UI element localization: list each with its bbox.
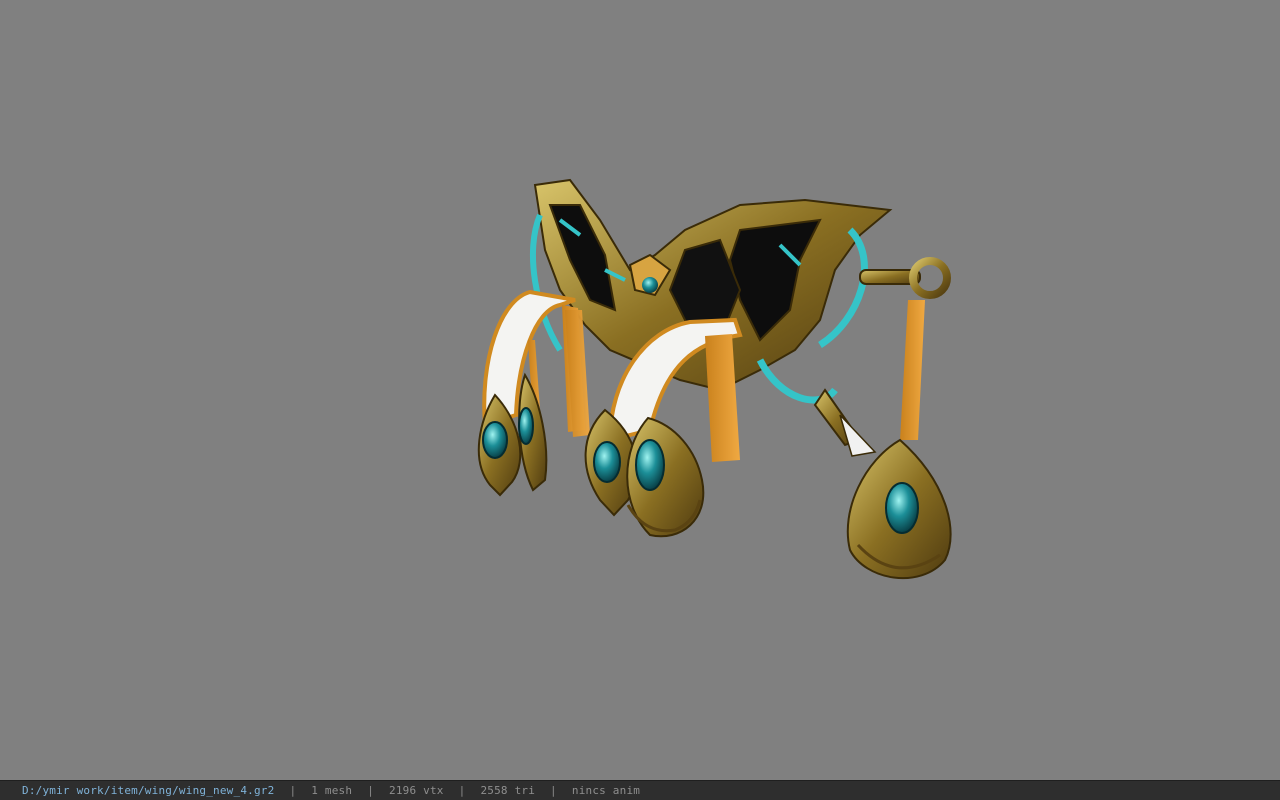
status-separator: | — [367, 784, 375, 797]
triangle-count-text: 2558 tri — [480, 784, 536, 797]
status-bar: D:/ymir work/item/wing/wing_new_4.gr2 | … — [0, 780, 1280, 800]
file-path-text: D:/ymir work/item/wing/wing_new_4.gr2 — [22, 784, 275, 797]
status-separator: | — [550, 784, 557, 797]
mesh-count-text: 1 mesh — [311, 784, 353, 797]
status-separator: | — [458, 784, 466, 797]
3d-viewport[interactable] — [0, 0, 1280, 780]
vertex-count-text: 2196 vtx — [389, 784, 444, 797]
animation-status-text: nincs anim — [571, 784, 641, 797]
wing-model-render — [477, 178, 952, 580]
status-separator: | — [289, 784, 297, 797]
